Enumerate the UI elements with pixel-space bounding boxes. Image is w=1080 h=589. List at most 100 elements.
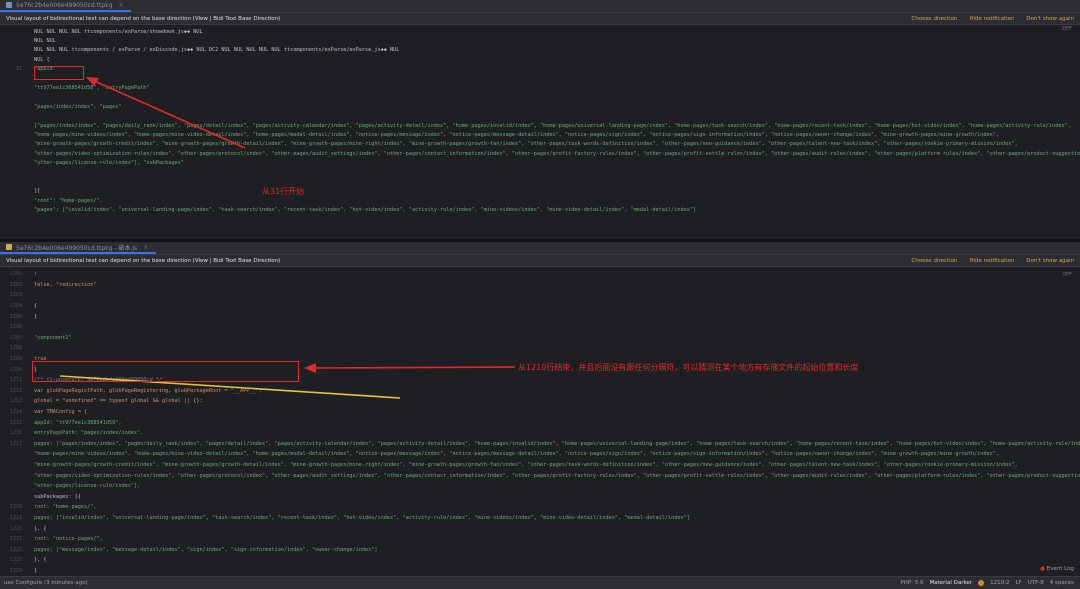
bottom-editor-pane: 5e76c2b4e006e499050cd.ttpkg - 副本.js × Vi… [0,242,1080,576]
code-line[interactable]: 1208 [0,343,1080,354]
choose-direction-link[interactable]: Choose direction [911,16,957,22]
top-annotation: 从31行开始 [262,187,305,196]
code-text: appId: "tt977ee1c368541d59", [34,419,122,426]
code-line[interactable]: "tt977ee1c368541d59", "entryPagePath" [0,83,1080,92]
code-line[interactable] [0,215,1080,224]
code-line[interactable]: 1204 { [0,301,1080,312]
choose-direction-link[interactable]: Choose direction [911,258,957,264]
theme-dot-icon [978,580,985,586]
code-line[interactable]: 1221 root: "notice-pages/", [0,534,1080,545]
line-number: 1208 [9,345,22,352]
code-line[interactable]: 31 "appId" [0,65,1080,74]
dont-show-again-link[interactable]: Don't show again [1026,258,1074,264]
line-number: 1202 [9,281,22,288]
code-line[interactable]: "home-pages/mine-videos/index", "home-pa… [0,130,1080,139]
code-line[interactable]: "pages/index/index", "pages" [0,102,1080,111]
code-text: "tt977ee1c368541d59", "entryPagePath" [34,85,150,92]
code-line[interactable] [0,168,1080,177]
code-line[interactable]: "home-pages/mine-videos/index", "home-pa… [0,449,1080,460]
code-line[interactable]: 1218 root: "home-pages/", [0,502,1080,513]
line-number: 1209 [9,356,22,363]
code-line[interactable]: 1201 : [0,269,1080,280]
code-line[interactable]: 1203 [0,290,1080,301]
code-text: : [34,271,38,278]
top-line31-highlight-box [34,66,84,80]
code-line[interactable]: 1216 entryPagePath: "pages/index/index", [0,428,1080,439]
code-line[interactable] [0,224,1080,233]
line-separator[interactable]: LF [1015,580,1021,586]
code-line[interactable]: NUL NUL [0,36,1080,45]
code-line[interactable]: 1223 }, { [0,555,1080,566]
code-text: "mine-growth-pages/growth-credit/index",… [34,461,1018,468]
code-text: { [34,303,38,310]
event-log-button[interactable]: ● Event Log [1040,566,1074,572]
code-line[interactable]: 1219 pages: ["invalid/index", "universal… [0,513,1080,524]
notification-message: Visual layout of bidirectional text can … [6,15,281,22]
php-version[interactable]: PHP: 5.6 [900,580,923,586]
code-line[interactable]: "other-pages/video-optimization-rules/in… [0,149,1080,158]
line-number: 1214 [9,409,22,416]
code-text: "home-pages/mine-videos/index", "home-pa… [34,451,1000,458]
code-line[interactable] [0,112,1080,121]
line-number: 1218 [9,504,22,511]
dont-show-again-link[interactable]: Don't show again [1026,16,1074,22]
bottom-code-area[interactable]: 1201 :1202 false, "redirection" 1203 1204 … [0,267,1080,576]
code-text: "pages": ["invalid/index", "universal-la… [34,207,697,214]
top-code-area[interactable]: NUL NUL NUL NUL ttcomponents/exParse/sho… [0,25,1080,234]
code-line[interactable]: 1205 } [0,311,1080,322]
code-text: pages: ["message/index", "message-detail… [34,546,378,553]
code-text: pages: ["invalid/index", "universal-land… [34,514,690,521]
code-line[interactable]: NUL { [0,55,1080,64]
code-text: }, { [34,557,47,564]
code-line[interactable]: 1212 var globPageRegistPath, globPageRegi… [0,386,1080,397]
close-icon[interactable]: × [143,244,148,251]
top-bidi-notification: Visual layout of bidirectional text can … [0,13,1080,25]
code-line[interactable]: "other-pages/video-optimization-rules/in… [0,470,1080,481]
code-text: } [34,313,38,320]
cursor-position[interactable]: 1210:2 [990,580,1009,586]
code-line[interactable]: 1214 var TMAConfig = { [0,407,1080,418]
code-line[interactable]: 1224 } [0,566,1080,576]
top-tab-bar: 5e76c2b4e006e499050cd.ttpkg × [0,0,1080,13]
code-line[interactable]: [{ [0,187,1080,196]
close-icon[interactable]: × [118,2,123,9]
code-line[interactable]: NUL NUL NUL ttcomponents / exParse / exD… [0,46,1080,55]
bottom-file-tab[interactable]: 5e76c2b4e006e499050cd.ttpkg - 副本.js × [0,242,157,254]
line-number: 1212 [9,387,22,394]
hide-notification-link[interactable]: Hide notification [969,258,1014,264]
line-number: 1213 [9,398,22,405]
code-line[interactable]: ["pages/index/index", "pages/daily_rank/… [0,121,1080,130]
code-line[interactable]: 1213 global = "undefined" == typeof globa… [0,396,1080,407]
code-line[interactable]: subPackages: [{ [0,491,1080,502]
code-text: entryPagePath: "pages/index/index", [34,430,144,437]
code-line[interactable]: NUL NUL NUL NUL ttcomponents/exParse/sho… [0,27,1080,36]
code-line[interactable]: "mine-growth-pages/growth-credit/index",… [0,140,1080,149]
code-line[interactable] [0,93,1080,102]
line-number: 1217 [9,440,22,447]
theme-name[interactable]: Material Darker [930,580,973,586]
indent-setting[interactable]: 4 spaces [1050,580,1074,586]
code-line[interactable] [0,74,1080,83]
code-line[interactable] [0,177,1080,186]
line-number: 1201 [9,271,22,278]
code-line[interactable]: 1222 pages: ["message/index", "message-d… [0,544,1080,555]
code-line[interactable]: 1217 pages: ["pages/index/index", "pages… [0,439,1080,450]
file-encoding[interactable]: UTF-8 [1028,580,1044,586]
code-line[interactable]: 1202 false, "redirection" [0,280,1080,291]
code-line[interactable]: 1207 "component2" [0,333,1080,344]
line-number: 1222 [9,546,22,553]
code-line[interactable]: "root": "home-pages/", [0,196,1080,205]
code-line[interactable]: "mine-growth-pages/growth-credit/index",… [0,460,1080,471]
code-line[interactable]: "other-pages/license-rule/index"], "subP… [0,158,1080,167]
code-line[interactable]: "other-pages/license-rule/index"], [0,481,1080,492]
line-number: 1207 [9,334,22,341]
status-left-text: use Configure (3 minutes ago) [4,580,88,586]
code-line[interactable]: 1206 [0,322,1080,333]
top-file-tab[interactable]: 5e76c2b4e006e499050cd.ttpkg × [0,0,132,12]
hide-notification-link[interactable]: Hide notification [969,16,1014,22]
code-text: ["pages/index/index", "pages/daily_rank/… [34,122,1071,129]
code-line[interactable]: 1215 appId: "tt977ee1c368541d59", [0,417,1080,428]
file-icon [6,244,12,250]
code-line[interactable]: "pages": ["invalid/index", "universal-la… [0,205,1080,214]
code-line[interactable]: 1220 }, { [0,523,1080,534]
